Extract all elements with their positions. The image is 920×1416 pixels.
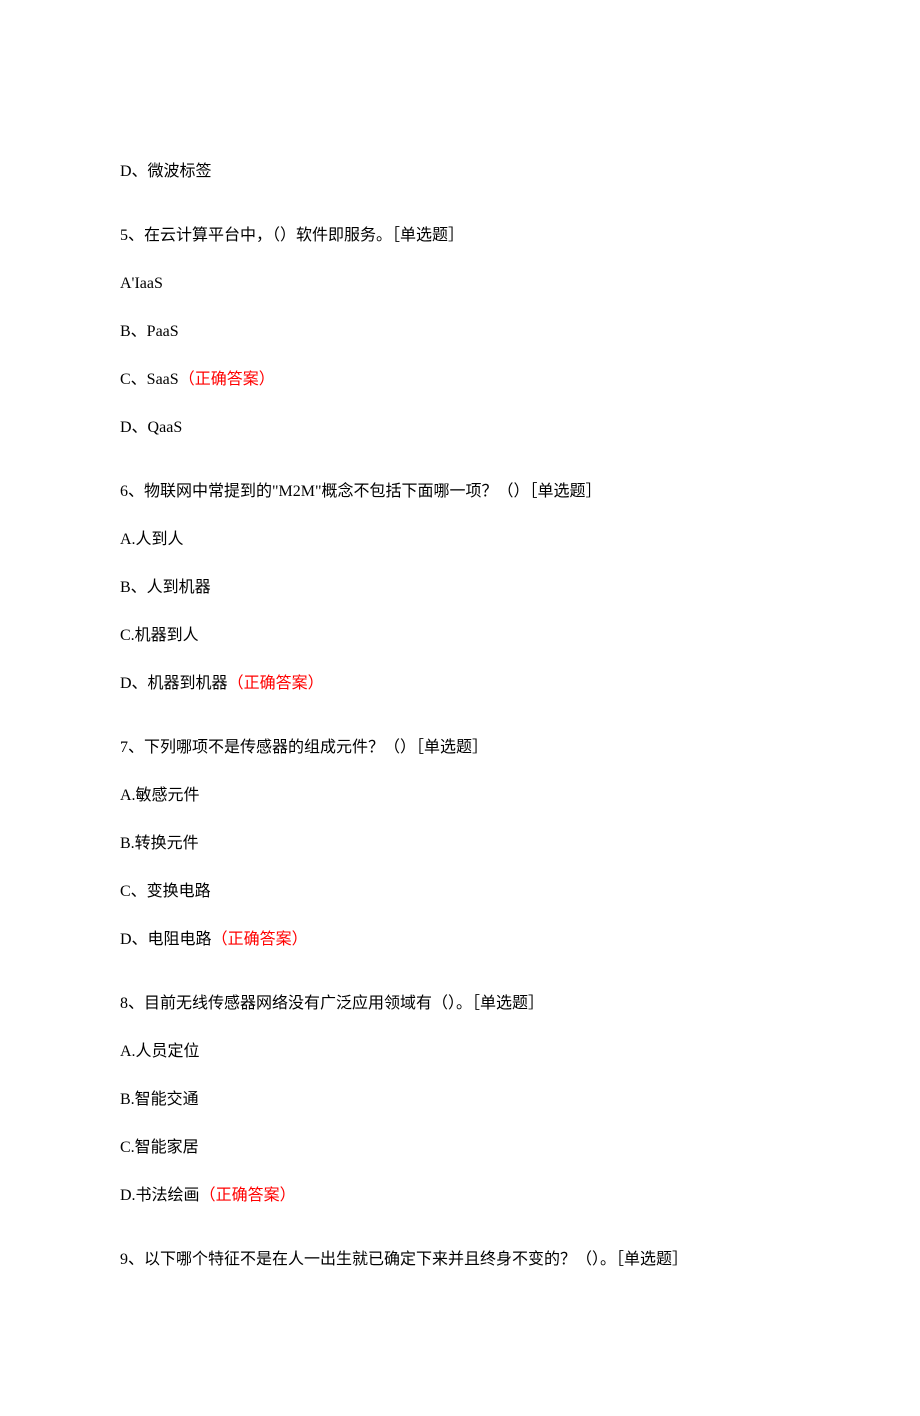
- q8-option-d: D.书法绘画（正确答案）: [120, 1184, 800, 1208]
- q6-option-b: B、人到机器: [120, 576, 800, 600]
- q6-option-d: D、机器到机器（正确答案）: [120, 672, 800, 696]
- q5-option-d: D、QaaS: [120, 416, 800, 440]
- q8-option-b: B.智能交通: [120, 1088, 800, 1112]
- q6-option-c: C.机器到人: [120, 624, 800, 648]
- option-text: C.智能家居: [120, 1139, 199, 1156]
- document-page: D、微波标签 5、在云计算平台中，（）软件即服务。［单选题］ A'IaaS B、…: [0, 0, 920, 1416]
- option-text: A.人到人: [120, 531, 184, 548]
- q7-option-a: A.敏感元件: [120, 784, 800, 808]
- correct-answer-label: （正确答案）: [212, 931, 308, 948]
- correct-answer-label: （正确答案）: [200, 1187, 296, 1204]
- q6-option-a: A.人到人: [120, 528, 800, 552]
- q4-option-d: D、微波标签: [120, 160, 800, 184]
- q5-stem: 5、在云计算平台中，（）软件即服务。［单选题］: [120, 224, 800, 248]
- q6-stem: 6、物联网中常提到的"M2M"概念不包括下面哪一项？（）［单选题］: [120, 480, 800, 504]
- option-text: C、变换电路: [120, 883, 211, 900]
- option-text: B、PaaS: [120, 323, 179, 340]
- q5-option-c: C、SaaS（正确答案）: [120, 368, 800, 392]
- option-text: D、微波标签: [120, 163, 212, 180]
- option-text: A.人员定位: [120, 1043, 200, 1060]
- question-text: 6、物联网中常提到的"M2M"概念不包括下面哪一项？（）［单选题］: [120, 483, 602, 500]
- q7-stem: 7、下列哪项不是传感器的组成元件？（）［单选题］: [120, 736, 800, 760]
- option-text: D、机器到机器: [120, 675, 228, 692]
- q5-option-b: B、PaaS: [120, 320, 800, 344]
- option-text: C、SaaS: [120, 371, 179, 388]
- question-text: 9、以下哪个特征不是在人一出生就已确定下来并且终身不变的？（）。［单选题］: [120, 1251, 688, 1268]
- option-text: B.转换元件: [120, 835, 199, 852]
- q8-option-a: A.人员定位: [120, 1040, 800, 1064]
- q8-option-c: C.智能家居: [120, 1136, 800, 1160]
- question-text: 5、在云计算平台中，（）软件即服务。［单选题］: [120, 227, 464, 244]
- question-text: 8、目前无线传感器网络没有广泛应用领域有（）。［单选题］: [120, 995, 544, 1012]
- correct-answer-label: （正确答案）: [228, 675, 324, 692]
- question-text: 7、下列哪项不是传感器的组成元件？（）［单选题］: [120, 739, 488, 756]
- option-text: D、QaaS: [120, 419, 182, 436]
- q9-stem: 9、以下哪个特征不是在人一出生就已确定下来并且终身不变的？（）。［单选题］: [120, 1248, 800, 1272]
- option-text: B.智能交通: [120, 1091, 199, 1108]
- q5-option-a: A'IaaS: [120, 272, 800, 296]
- correct-answer-label: （正确答案）: [179, 371, 275, 388]
- option-text: C.机器到人: [120, 627, 199, 644]
- option-text: A'IaaS: [120, 275, 163, 292]
- q7-option-c: C、变换电路: [120, 880, 800, 904]
- option-text: A.敏感元件: [120, 787, 200, 804]
- option-text: D.书法绘画: [120, 1187, 200, 1204]
- q7-option-d: D、电阻电路（正确答案）: [120, 928, 800, 952]
- option-text: B、人到机器: [120, 579, 211, 596]
- q7-option-b: B.转换元件: [120, 832, 800, 856]
- option-text: D、电阻电路: [120, 931, 212, 948]
- q8-stem: 8、目前无线传感器网络没有广泛应用领域有（）。［单选题］: [120, 992, 800, 1016]
